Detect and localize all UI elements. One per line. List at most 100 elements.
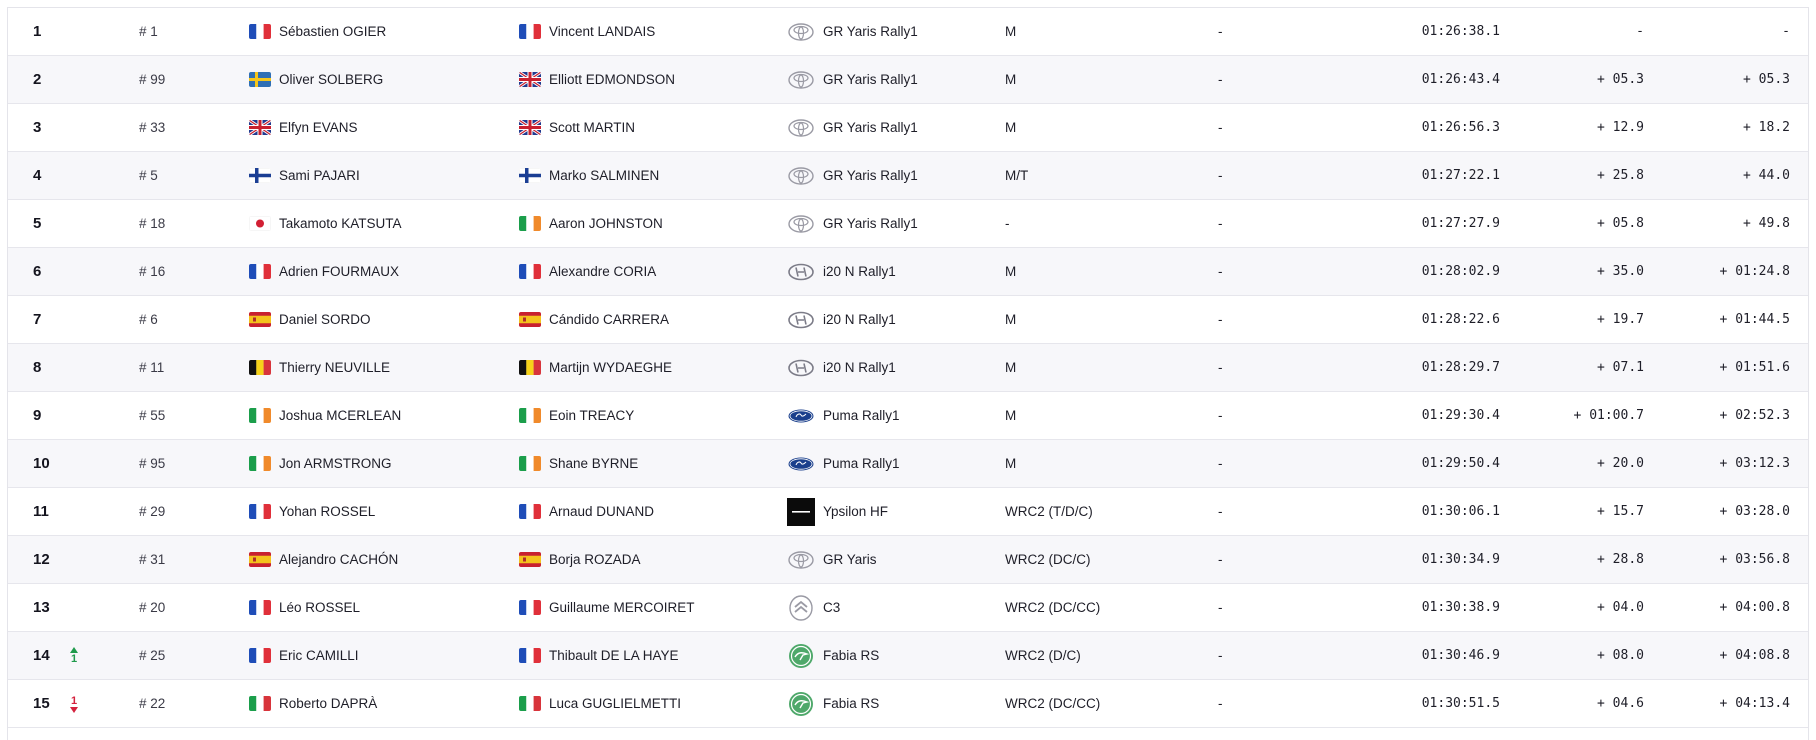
codriver-cell[interactable]: Borja ROZADA xyxy=(519,536,779,583)
class: M xyxy=(1005,24,1017,39)
driver-cell[interactable]: Joshua MCERLEAN xyxy=(249,392,509,439)
codriver-flag-icon xyxy=(519,648,541,663)
codriver-flag-icon xyxy=(519,600,541,615)
penalty: - xyxy=(1218,312,1223,327)
table-row[interactable]: 6 # 16 Adrien FOURMAUX Alexandre CORIA i… xyxy=(8,248,1808,296)
table-row[interactable]: 1 # 1 Sébastien OGIER Vincent LANDAIS GR… xyxy=(8,8,1808,56)
table-row[interactable]: 11 # 29 Yohan ROSSEL Arnaud DUNAND Ypsil… xyxy=(8,488,1808,536)
driver-cell[interactable]: Elfyn EVANS xyxy=(249,104,509,151)
table-row[interactable]: 9 # 55 Joshua MCERLEAN Eoin TREACY Puma … xyxy=(8,392,1808,440)
table-row[interactable]: 15 1 # 22 Roberto DAPRÀ Luca GUGLIELMETT… xyxy=(8,680,1808,728)
manufacturer-logo-icon xyxy=(787,114,815,142)
car-number: # 55 xyxy=(139,408,166,423)
driver-name: Léo ROSSEL xyxy=(279,600,361,615)
diff-previous: + 12.9 xyxy=(1597,120,1644,135)
class: M xyxy=(1005,120,1017,135)
table-row[interactable]: 5 # 18 Takamoto KATSUTA Aaron JOHNSTON G… xyxy=(8,200,1808,248)
diff-first: + 01:24.8 xyxy=(1719,264,1790,279)
manufacturer-logo-icon xyxy=(787,258,815,286)
class: M xyxy=(1005,264,1017,279)
class: WRC2 (T/D/C) xyxy=(1005,504,1093,519)
driver-flag-icon xyxy=(249,360,271,375)
diff-first: + 01:51.6 xyxy=(1719,360,1790,375)
table-row[interactable]: 14 1 # 25 Eric CAMILLI Thibault DE LA HA… xyxy=(8,632,1808,680)
codriver-cell[interactable]: Aaron JOHNSTON xyxy=(519,200,779,247)
codriver-cell[interactable]: Thibault DE LA HAYE xyxy=(519,632,779,679)
table-row[interactable]: 4 # 5 Sami PAJARI Marko SALMINEN GR Yari… xyxy=(8,152,1808,200)
diff-previous: + 05.8 xyxy=(1597,216,1644,231)
driver-flag-icon xyxy=(249,504,271,519)
car-number: # 31 xyxy=(139,552,166,567)
driver-cell[interactable]: Oliver SOLBERG xyxy=(249,56,509,103)
total-time: 01:28:02.9 xyxy=(1421,264,1500,279)
driver-cell[interactable]: Adrien FOURMAUX xyxy=(249,248,509,295)
driver-cell[interactable]: Roberto DAPRÀ xyxy=(249,680,509,727)
car-model: GR Yaris Rally1 xyxy=(823,24,918,39)
diff-first: + 18.2 xyxy=(1743,120,1790,135)
total-time: 01:26:56.3 xyxy=(1421,120,1500,135)
diff-first: + 05.3 xyxy=(1743,72,1790,87)
codriver-name: Cándido CARRERA xyxy=(549,312,670,327)
table-row[interactable]: 3 # 33 Elfyn EVANS Scott MARTIN GR Yaris… xyxy=(8,104,1808,152)
diff-first: + 03:12.3 xyxy=(1719,456,1790,471)
driver-name: Thierry NEUVILLE xyxy=(279,360,391,375)
table-row[interactable]: 12 # 31 Alejandro CACHÓN Borja ROZADA GR… xyxy=(8,536,1808,584)
penalty: - xyxy=(1218,24,1223,39)
driver-cell[interactable]: Sébastien OGIER xyxy=(249,8,509,55)
driver-cell[interactable]: Alejandro CACHÓN xyxy=(249,536,509,583)
table-row[interactable]: 2 # 99 Oliver SOLBERG Elliott EDMONDSON … xyxy=(8,56,1808,104)
codriver-name: Luca GUGLIELMETTI xyxy=(549,696,682,711)
car-cell: GR Yaris Rally1 xyxy=(787,8,997,55)
total-time: 01:30:46.9 xyxy=(1421,648,1500,663)
total-time: 01:26:38.1 xyxy=(1421,24,1500,39)
diff-previous: + 35.0 xyxy=(1597,264,1644,279)
driver-flag-icon xyxy=(249,312,271,327)
diff-first: + 49.8 xyxy=(1743,216,1790,231)
total-time: 01:28:22.6 xyxy=(1421,312,1500,327)
driver-cell[interactable]: Yohan ROSSEL xyxy=(249,488,509,535)
driver-cell[interactable]: Takamoto KATSUTA xyxy=(249,200,509,247)
driver-cell[interactable]: Daniel SORDO xyxy=(249,296,509,343)
penalty: - xyxy=(1218,648,1223,663)
diff-previous: + 05.3 xyxy=(1597,72,1644,87)
table-row[interactable]: 13 # 20 Léo ROSSEL Guillaume MERCOIRET C… xyxy=(8,584,1808,632)
class: M/T xyxy=(1005,168,1029,183)
car-cell: Fabia RS xyxy=(787,632,997,679)
table-row[interactable]: 8 # 11 Thierry NEUVILLE Martijn WYDAEGHE… xyxy=(8,344,1808,392)
total-time: 01:27:27.9 xyxy=(1421,216,1500,231)
driver-cell[interactable]: Thierry NEUVILLE xyxy=(249,344,509,391)
car-number: # 16 xyxy=(139,264,166,279)
driver-name: Jon ARMSTRONG xyxy=(279,456,392,471)
codriver-cell[interactable]: Luca GUGLIELMETTI xyxy=(519,680,779,727)
car-cell: GR Yaris Rally1 xyxy=(787,152,997,199)
codriver-cell[interactable]: Marko SALMINEN xyxy=(519,152,779,199)
codriver-cell[interactable]: Elliott EDMONDSON xyxy=(519,56,779,103)
codriver-cell[interactable]: Alexandre CORIA xyxy=(519,248,779,295)
car-model: Puma Rally1 xyxy=(823,456,900,471)
codriver-name: Elliott EDMONDSON xyxy=(549,72,676,87)
car-cell: GR Yaris xyxy=(787,536,997,583)
codriver-cell[interactable]: Vincent LANDAIS xyxy=(519,8,779,55)
codriver-cell[interactable]: Shane BYRNE xyxy=(519,440,779,487)
codriver-cell[interactable]: Arnaud DUNAND xyxy=(519,488,779,535)
total-time: 01:30:06.1 xyxy=(1421,504,1500,519)
driver-cell[interactable]: Léo ROSSEL xyxy=(249,584,509,631)
codriver-name: Scott MARTIN xyxy=(549,120,636,135)
codriver-cell[interactable]: Cándido CARRERA xyxy=(519,296,779,343)
driver-cell[interactable]: Sami PAJARI xyxy=(249,152,509,199)
codriver-cell[interactable]: Martijn WYDAEGHE xyxy=(519,344,779,391)
codriver-cell[interactable]: Scott MARTIN xyxy=(519,104,779,151)
driver-cell[interactable]: Eric CAMILLI xyxy=(249,632,509,679)
manufacturer-logo-icon xyxy=(787,18,815,46)
driver-name: Alejandro CACHÓN xyxy=(279,552,399,567)
codriver-name: Alexandre CORIA xyxy=(549,264,657,279)
position-change xyxy=(64,584,84,631)
table-row[interactable]: 7 # 6 Daniel SORDO Cándido CARRERA i20 N… xyxy=(8,296,1808,344)
codriver-cell[interactable]: Guillaume MERCOIRET xyxy=(519,584,779,631)
codriver-name: Shane BYRNE xyxy=(549,456,639,471)
driver-cell[interactable]: Jon ARMSTRONG xyxy=(249,440,509,487)
car-cell: C3 xyxy=(787,584,997,631)
table-row[interactable]: 10 # 95 Jon ARMSTRONG Shane BYRNE Puma R… xyxy=(8,440,1808,488)
codriver-cell[interactable]: Eoin TREACY xyxy=(519,392,779,439)
driver-flag-icon xyxy=(249,696,271,711)
